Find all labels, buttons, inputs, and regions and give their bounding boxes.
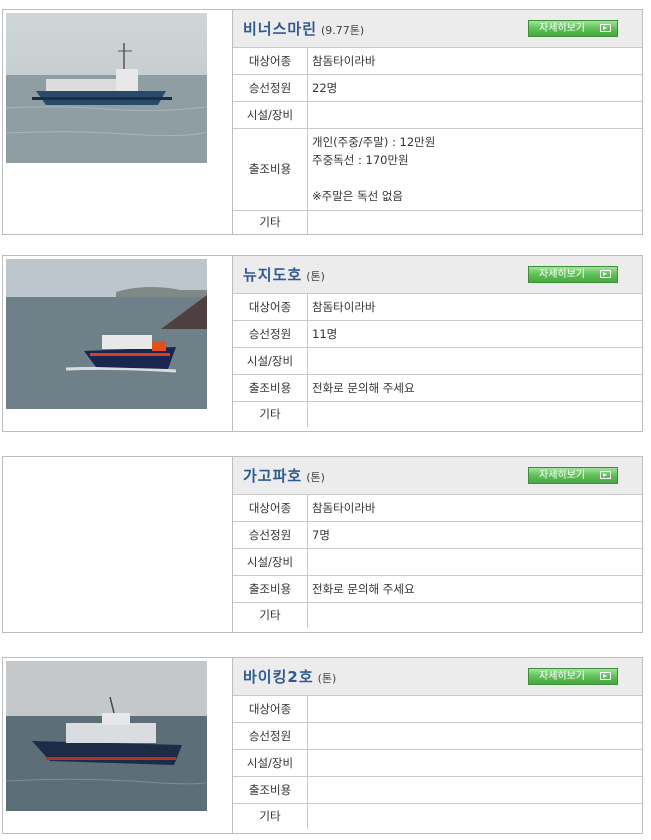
boat-photo[interactable] [6, 259, 207, 409]
boat-specs-table: 대상어종 참돔타이라바 승선정원 11명 시설/장비 출조비용 전화로 문의해 주세요… [233, 294, 642, 427]
target-fish-value: 참돔타이라바 [307, 495, 642, 522]
target-fish-label: 대상어종 [233, 48, 308, 75]
boat-photo-cell [3, 256, 233, 431]
detail-button[interactable]: 자세히보기 [528, 266, 618, 283]
capacity-value [307, 722, 642, 750]
etc-value [308, 602, 643, 628]
facilities-value [307, 548, 642, 576]
boat-specs-table: 대상어종 참돔타이라바 승선정원 22명 시설/장비 출조비용 개인(주중/주말) … [233, 48, 642, 234]
boat-header: 바이킹2호 (톤) 자세히보기 [233, 658, 642, 696]
boat-photo-cell [3, 457, 233, 632]
boat-tonnage: (9.77톤) [321, 24, 365, 37]
etc-label: 기타 [233, 803, 308, 829]
fee-line: ※주말은 독선 없음 [312, 189, 404, 203]
arrow-right-icon [600, 672, 611, 680]
target-fish-value: 참돔타이라바 [307, 48, 642, 75]
capacity-label: 승선정원 [233, 521, 308, 549]
boat-card-4: 바이킹2호 (톤) 자세히보기 대상어종 승선정원 시설/장비 출조비용 기타 [2, 657, 643, 834]
fee-value: 전화로 문의해 주세요 [307, 575, 642, 603]
boat-photo-cell [3, 658, 233, 833]
capacity-value: 22명 [307, 74, 642, 102]
boat-tonnage: (톤) [317, 672, 337, 685]
fee-line: 주중독선 : 170만원 [312, 153, 409, 167]
fee-label: 출조비용 [233, 128, 308, 211]
boat-photo[interactable] [6, 661, 207, 811]
capacity-label: 승선정원 [233, 722, 308, 750]
capacity-label: 승선정원 [233, 320, 308, 348]
facilities-value [307, 749, 642, 777]
facilities-label: 시설/장비 [233, 749, 308, 777]
boat-card-1: 비너스마린 (9.77톤) 자세히보기 대상어종 참돔타이라바 승선정원 22명 시설… [2, 9, 643, 235]
boat-tonnage: (톤) [306, 471, 325, 484]
boat-name[interactable]: 뉴지도호 (톤) [243, 264, 325, 285]
facilities-label: 시설/장비 [233, 347, 308, 375]
facilities-value [307, 101, 642, 129]
detail-button[interactable]: 자세히보기 [528, 668, 618, 685]
target-fish-value: 참돔타이라바 [307, 294, 642, 321]
capacity-value: 7명 [307, 521, 642, 549]
boat-name[interactable]: 바이킹2호 (톤) [243, 666, 336, 687]
etc-label: 기타 [233, 210, 308, 234]
target-fish-label: 대상어종 [233, 696, 308, 723]
fee-label: 출조비용 [233, 776, 308, 804]
boat-header: 비너스마린 (9.77톤) 자세히보기 [233, 10, 642, 48]
fee-label: 출조비용 [233, 575, 308, 603]
boat-photo[interactable] [6, 13, 207, 163]
target-fish-label: 대상어종 [233, 495, 308, 522]
etc-value [308, 803, 643, 829]
boat-card-3: 가고파호 (톤) 자세히보기 대상어종 참돔타이라바 승선정원 7명 시설/장비 출조… [2, 456, 643, 633]
boat-name[interactable]: 가고파호 (톤) [243, 465, 325, 486]
boat-header: 뉴지도호 (톤) 자세히보기 [233, 256, 642, 294]
arrow-right-icon [600, 471, 611, 479]
boat-tonnage: (톤) [306, 270, 325, 283]
detail-button[interactable]: 자세히보기 [528, 20, 618, 37]
fee-value: 전화로 문의해 주세요 [307, 374, 642, 402]
boat-info: 뉴지도호 (톤) 자세히보기 대상어종 참돔타이라바 승선정원 11명 시설/장비 출… [233, 256, 642, 431]
etc-value [308, 210, 643, 234]
boat-header: 가고파호 (톤) 자세히보기 [233, 457, 642, 495]
etc-value [308, 401, 643, 427]
boat-info: 비너스마린 (9.77톤) 자세히보기 대상어종 참돔타이라바 승선정원 22명 시설… [233, 10, 642, 234]
target-fish-label: 대상어종 [233, 294, 308, 321]
boat-info: 가고파호 (톤) 자세히보기 대상어종 참돔타이라바 승선정원 7명 시설/장비 출조… [233, 457, 642, 632]
fee-value: 개인(주중/주말) : 12만원 주중독선 : 170만원 ※주말은 독선 없음 [307, 128, 642, 211]
boat-info: 바이킹2호 (톤) 자세히보기 대상어종 승선정원 시설/장비 출조비용 기타 [233, 658, 642, 833]
capacity-label: 승선정원 [233, 74, 308, 102]
etc-label: 기타 [233, 401, 308, 427]
boat-photo-cell [3, 10, 233, 234]
arrow-right-icon [600, 270, 611, 278]
arrow-right-icon [600, 24, 611, 32]
boat-specs-table: 대상어종 승선정원 시설/장비 출조비용 기타 [233, 696, 642, 829]
fee-line [312, 169, 641, 187]
fee-value [307, 776, 642, 804]
detail-button[interactable]: 자세히보기 [528, 467, 618, 484]
boat-specs-table: 대상어종 참돔타이라바 승선정원 7명 시설/장비 출조비용 전화로 문의해 주세요 … [233, 495, 642, 628]
etc-label: 기타 [233, 602, 308, 628]
facilities-value [307, 347, 642, 375]
target-fish-value [307, 696, 642, 723]
fee-label: 출조비용 [233, 374, 308, 402]
capacity-value: 11명 [307, 320, 642, 348]
boat-card-2: 뉴지도호 (톤) 자세히보기 대상어종 참돔타이라바 승선정원 11명 시설/장비 출… [2, 255, 643, 432]
boat-name[interactable]: 비너스마린 (9.77톤) [243, 18, 364, 39]
facilities-label: 시설/장비 [233, 548, 308, 576]
facilities-label: 시설/장비 [233, 101, 308, 129]
fee-line: 개인(주중/주말) : 12만원 [312, 135, 436, 149]
